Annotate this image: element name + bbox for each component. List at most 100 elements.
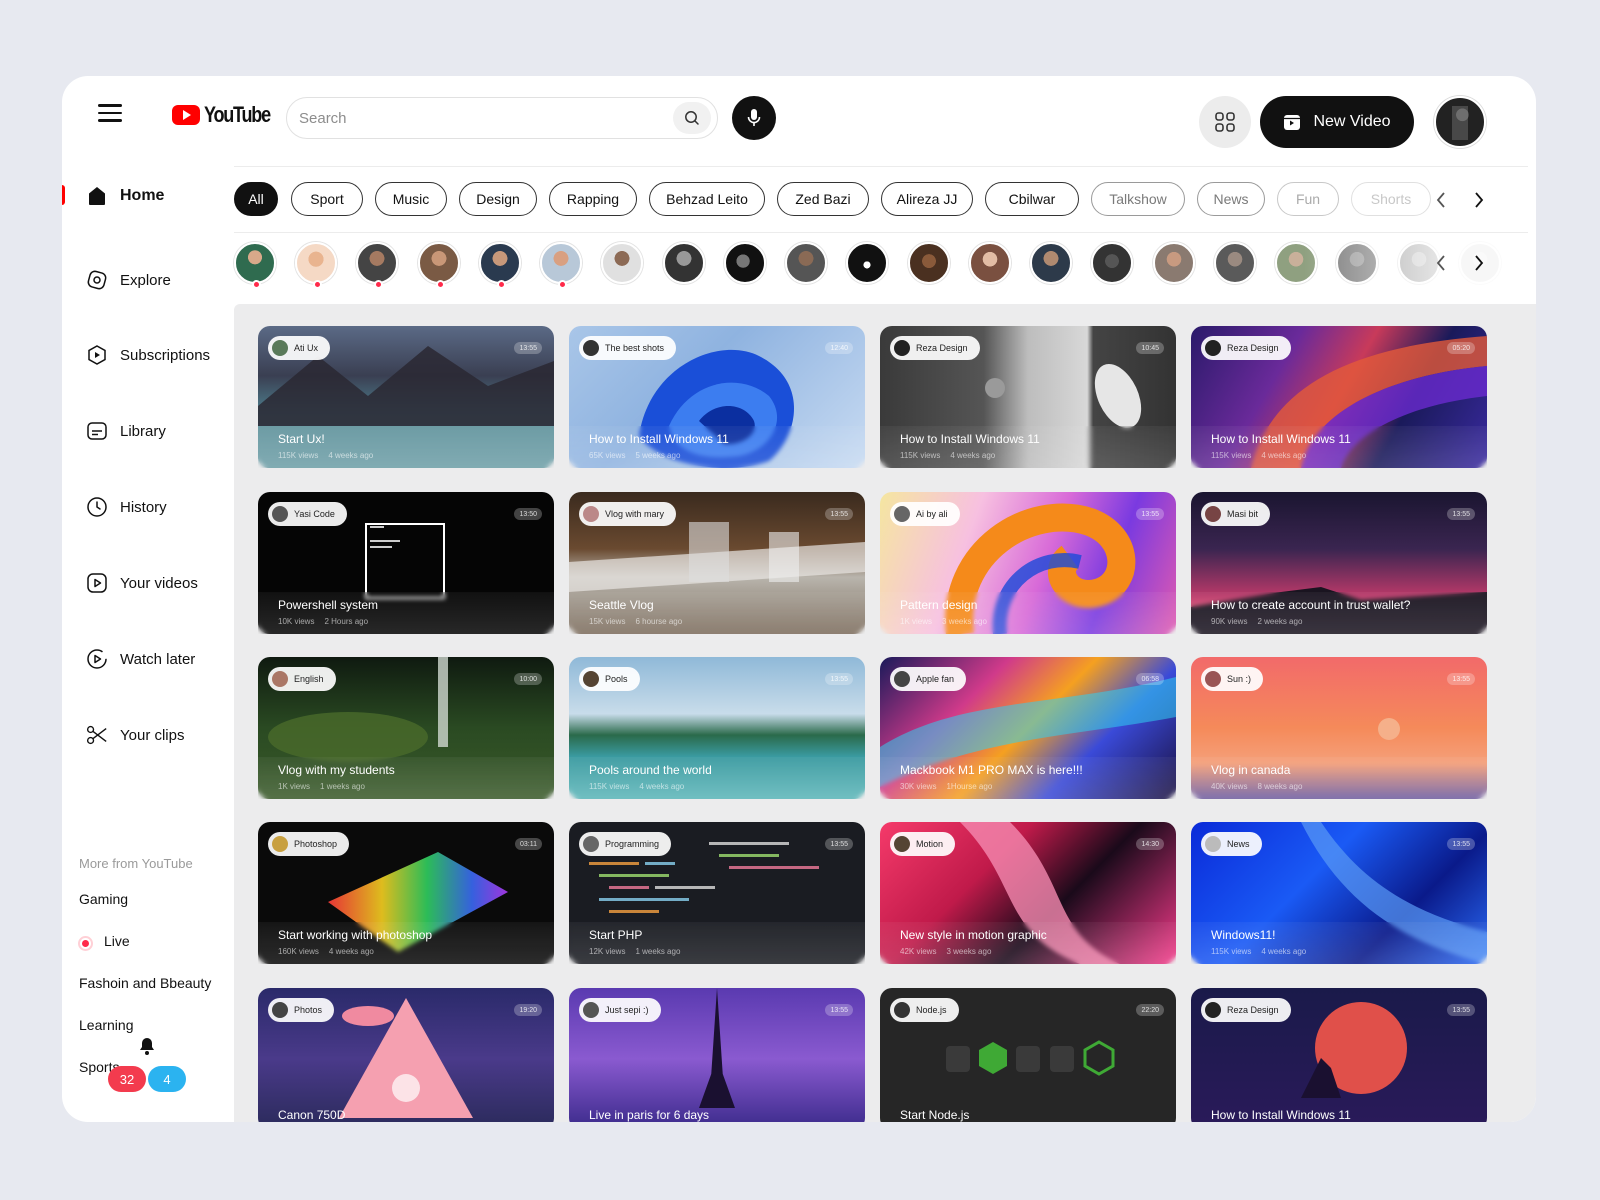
video-card[interactable]: Masi bit 13:55 How to create account in … [1191,492,1487,634]
sidebar-item-library[interactable]: Library [86,418,166,444]
video-card[interactable]: English 10:00 Vlog with my students 1K v… [258,657,554,799]
channel-pill[interactable]: Just sepi :) [579,998,661,1022]
sidebar-item-explore[interactable]: Explore [86,267,171,293]
channel-pill[interactable]: Pools [579,667,640,691]
more-item-fashion[interactable]: Fashoin and Bbeauty [79,975,211,991]
video-card[interactable]: Reza Design 10:45 How to Install Windows… [880,326,1176,468]
video-card[interactable]: Reza Design 13:55 How to Install Windows… [1191,988,1487,1122]
sidebar-item-history[interactable]: History [86,494,167,520]
sidebar-item-watch-later[interactable]: Watch later [86,646,195,672]
search-input[interactable] [299,109,673,127]
chip-all[interactable]: All [234,182,278,216]
channel-pill[interactable]: Apple fan [890,667,967,691]
voice-search-button[interactable] [732,96,776,140]
channel-pill[interactable]: Photoshop [268,832,350,856]
bell-icon[interactable] [138,1036,156,1061]
channel-pill[interactable]: Reza Design [1201,336,1291,360]
video-card[interactable]: Pools 13:55 Pools around the world 115K … [569,657,865,799]
channel-pill[interactable]: Motion [890,832,956,856]
channel-pill[interactable]: News [1201,832,1262,856]
chip-zed-bazi[interactable]: Zed Bazi [777,182,869,216]
stories-scroll-right-button[interactable] [1468,251,1490,275]
video-card[interactable]: Ati Ux 13:55 Start Ux! 115K views 4 weeks… [258,326,554,468]
story-avatar[interactable] [1153,242,1195,284]
video-card[interactable]: Motion 14:30 New style in motion graphic… [880,822,1176,964]
video-card[interactable]: Sun :) 13:55 Vlog in canada 40K views 8 w… [1191,657,1487,799]
video-card[interactable]: Ai by ali 13:55 Pattern design 1K views 3… [880,492,1176,634]
story-avatar[interactable] [295,242,337,289]
stories-scroll-left-button[interactable] [1430,251,1452,275]
channel-pill[interactable]: Node.js [890,998,959,1022]
video-card[interactable]: Node.js 22:20 Start Node.js [880,988,1176,1122]
video-card[interactable]: Photoshop 03:11 Start working with photo… [258,822,554,964]
chip-design[interactable]: Design [459,182,537,216]
new-video-button[interactable]: New Video [1260,96,1414,148]
story-avatar[interactable] [356,242,398,289]
chip-alireza-jj[interactable]: Alireza JJ [881,182,973,216]
chip-news[interactable]: News [1197,182,1265,216]
channel-pill[interactable]: Sun :) [1201,667,1264,691]
more-item-live[interactable]: Live [104,933,130,949]
video-card[interactable]: Vlog with mary 13:55 Seattle Vlog 15K vi… [569,492,865,634]
sidebar-item-subscriptions[interactable]: Subscriptions [86,342,210,368]
channel-pill[interactable]: English [268,667,336,691]
story-avatar[interactable] [969,242,1011,284]
story-avatar[interactable] [1275,242,1317,284]
sidebar-item-home[interactable]: Home [86,183,164,209]
story-avatar[interactable] [908,242,950,284]
video-card[interactable]: The best shots 12:40 How to Install Wind… [569,326,865,468]
video-card[interactable]: News 13:55 Windows11! 115K views 4 weeks … [1191,822,1487,964]
story-avatar[interactable] [540,242,582,289]
video-card[interactable]: Programming 13:55 Start PHP 12K views 1 w… [569,822,865,964]
story-avatar[interactable] [1336,242,1378,284]
more-item-gaming[interactable]: Gaming [79,891,128,907]
channel-pill[interactable]: Programming [579,832,672,856]
story-avatar[interactable] [418,242,460,289]
chip-cbilwar[interactable]: Cbilwar [985,182,1079,216]
sidebar-item-your-clips[interactable]: Your clips [86,722,184,748]
channel-pill[interactable]: Ai by ali [890,502,960,526]
chips-scroll-left-button[interactable] [1430,188,1452,212]
story-avatar[interactable] [785,242,827,284]
video-camera-icon [1284,115,1301,130]
chip-rapping[interactable]: Rapping [549,182,637,216]
user-avatar[interactable] [1434,96,1486,148]
channel-pill[interactable]: Photos [268,998,335,1022]
notification-badge-red[interactable]: 32 [108,1066,146,1092]
story-avatar[interactable] [479,242,521,289]
apps-button[interactable] [1199,96,1251,148]
sidebar-item-your-videos[interactable]: Your videos [86,570,198,596]
chip-music[interactable]: Music [375,182,447,216]
video-card[interactable]: Apple fan 06:58 Mackbook M1 PRO MAX is h… [880,657,1176,799]
video-card[interactable]: Just sepi :) 13:55 Live in paris for 6 d… [569,988,865,1122]
chip-sport[interactable]: Sport [291,182,363,216]
story-avatar[interactable] [724,242,766,284]
channel-pill[interactable]: Reza Design [890,336,980,360]
story-avatar[interactable] [1214,242,1256,284]
chip-shorts[interactable]: Shorts [1351,182,1431,216]
menu-icon[interactable] [98,104,122,124]
channel-pill[interactable]: Yasi Code [268,502,347,526]
story-avatar[interactable] [1091,242,1133,284]
story-avatar[interactable] [663,242,705,284]
story-avatar[interactable] [234,242,276,289]
story-avatar[interactable] [1030,242,1072,284]
chip-behzad-leito[interactable]: Behzad Leito [649,182,765,216]
channel-pill[interactable]: Reza Design [1201,998,1291,1022]
video-card[interactable]: Photos 19:20 Canon 750D [258,988,554,1122]
channel-pill[interactable]: Ati Ux [268,336,331,360]
channel-pill[interactable]: Masi bit [1201,502,1271,526]
more-item-learning[interactable]: Learning [79,1017,134,1033]
chip-talkshow[interactable]: Talkshow [1091,182,1185,216]
video-card[interactable]: Yasi Code 13:50 Powershell system 10K vi… [258,492,554,634]
youtube-logo[interactable]: YouTube [172,102,284,128]
story-avatar[interactable] [846,242,888,284]
search-button[interactable] [673,102,711,134]
notification-badge-blue[interactable]: 4 [148,1066,186,1092]
chips-scroll-right-button[interactable] [1468,188,1490,212]
story-avatar[interactable] [601,242,643,284]
chip-fun[interactable]: Fun [1277,182,1339,216]
video-card[interactable]: Reza Design 05:20 How to Install Windows… [1191,326,1487,468]
channel-pill[interactable]: The best shots [579,336,677,360]
channel-pill[interactable]: Vlog with mary [579,502,677,526]
